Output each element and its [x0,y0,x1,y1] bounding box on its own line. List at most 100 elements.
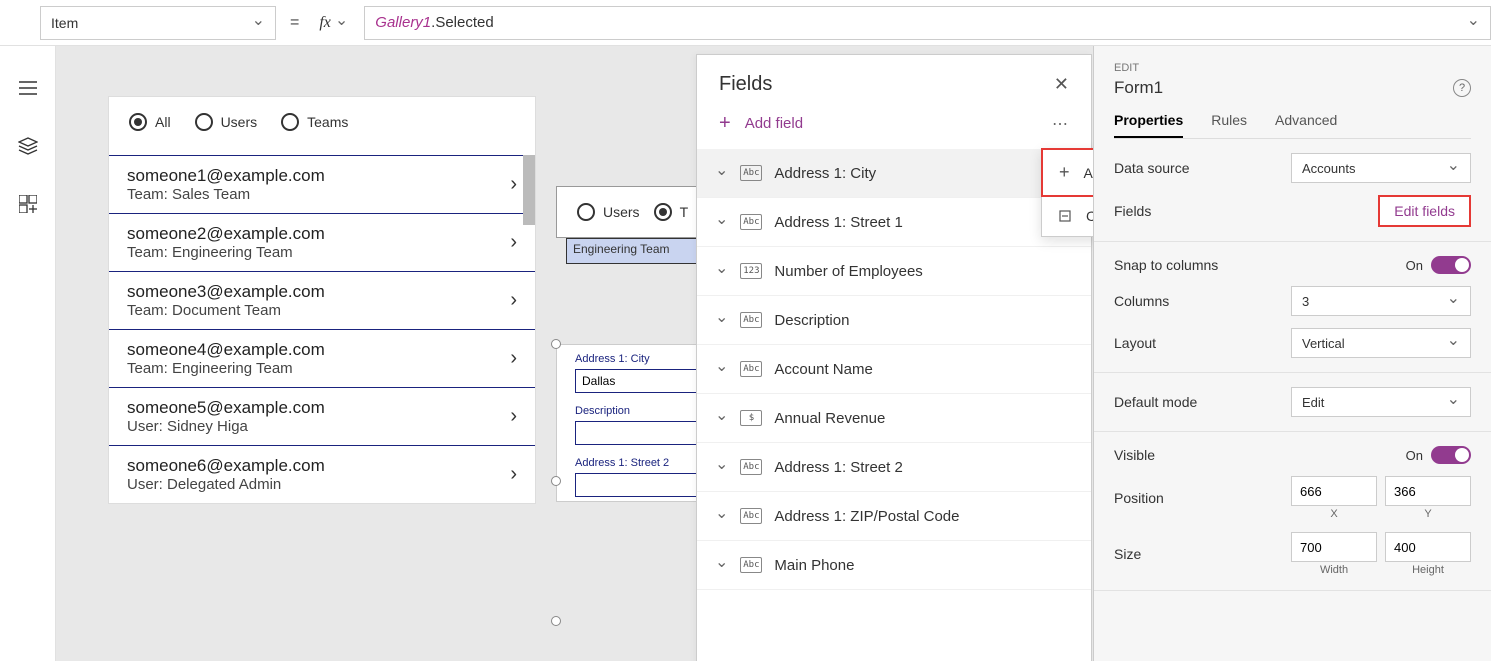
close-icon[interactable]: ✕ [1054,74,1069,95]
filter-users[interactable]: Users [577,203,640,221]
filter-label: Teams [307,114,348,130]
field-label: Main Phone [774,557,854,574]
list-item[interactable]: someone5@example.comUser: Sidney Higa› [109,387,535,445]
filter-label: Users [603,204,640,220]
visible-toggle[interactable] [1431,446,1471,464]
field-row[interactable]: AbcAddress 1: Street 2 [697,443,1091,492]
gallery1: All Users Teams someone1@example.comTeam… [108,96,536,504]
chevron-right-icon: › [510,231,517,254]
snap-toggle[interactable] [1431,256,1471,274]
list-item[interactable]: someone3@example.comTeam: Document Team› [109,271,535,329]
prop-label: Data source [1114,160,1189,176]
size-height-input[interactable] [1385,532,1471,562]
chevron-down-icon [1467,13,1480,33]
chevron-down-icon [715,261,728,281]
list-item-email: someone4@example.com [127,340,325,360]
tab-properties[interactable]: Properties [1114,112,1183,138]
props-tabs: Properties Rules Advanced [1114,112,1471,139]
filter-teams[interactable]: Teams [281,113,348,131]
filter-label: All [155,114,171,130]
help-icon[interactable]: ? [1453,79,1471,97]
list-item[interactable]: someone2@example.comTeam: Engineering Te… [109,213,535,271]
property-dropdown[interactable]: Item [40,6,276,40]
tab-advanced[interactable]: Advanced [1275,112,1337,138]
radio-icon [577,203,595,221]
field-row[interactable]: AbcDescription [697,296,1091,345]
tab-rules[interactable]: Rules [1211,112,1247,138]
type-badge-icon: Abc [740,508,762,524]
insert-icon[interactable] [16,192,40,216]
data-source-select[interactable]: Accounts [1291,153,1471,183]
selection-handle-icon[interactable] [551,476,561,486]
filter-teams[interactable]: T [654,203,689,221]
field-label: Address 1: Street 1 [774,214,902,231]
chevron-down-icon [715,359,728,379]
hamburger-icon[interactable] [16,76,40,100]
formula-rest: .Selected [431,14,494,31]
chevron-right-icon: › [510,347,517,370]
field-row[interactable]: Abc Address 1: Street 1 [697,198,1091,247]
filter-all[interactable]: All [129,113,171,131]
ctx-item-label: Add a custom card [1084,165,1093,181]
position-y-input[interactable] [1385,476,1471,506]
fx-icon: fx [319,14,331,32]
collapse-icon [1058,209,1072,223]
chevron-right-icon: › [510,289,517,312]
filter-users[interactable]: Users [195,113,258,131]
add-field-button[interactable]: + Add field [719,112,803,135]
field-row[interactable]: $ Annual Revenue [697,394,1091,443]
type-badge-icon: Abc [740,214,762,230]
context-menu: + Add a custom card Collapse all [1041,148,1093,237]
prop-label: Snap to columns [1114,257,1218,273]
fields-panel: Fields ✕ + Add field ⋯ AbcAddress 1: Cit… [696,54,1092,661]
layers-icon[interactable] [16,134,40,158]
field-row[interactable]: 123 Number of Employees [697,247,1091,296]
list-item[interactable]: someone6@example.comUser: Delegated Admi… [109,445,535,503]
field-row[interactable]: AbcMain Phone [697,541,1091,590]
ctx-collapse-all[interactable]: Collapse all [1042,196,1093,236]
formula-bar: Item = fx Gallery1.Selected [0,0,1491,46]
edit-fields-button[interactable]: Edit fields [1378,195,1471,227]
props-edit-label: EDIT [1114,62,1471,74]
list-item-sub: User: Sidney Higa [127,418,325,435]
small-label: Width [1320,564,1348,576]
list-item-email: someone1@example.com [127,166,325,186]
canvas: All Users Teams someone1@example.comTeam… [56,46,1093,661]
chevron-down-icon [715,555,728,575]
list-item[interactable]: someone4@example.comTeam: Engineering Te… [109,329,535,387]
scrollbar[interactable] [523,155,535,225]
selection-handle-icon[interactable] [551,339,561,349]
chevron-down-icon [252,13,265,33]
more-icon[interactable]: ⋯ [1052,114,1069,134]
field-label: Annual Revenue [774,410,885,427]
field-row[interactable]: AbcAddress 1: ZIP/Postal Code [697,492,1091,541]
toggle-value: On [1406,258,1423,273]
select-value: Edit [1302,395,1324,410]
ctx-item-label: Collapse all [1086,208,1093,224]
radio-icon [654,203,672,221]
type-badge-icon: 123 [740,263,762,279]
chevron-right-icon: › [510,405,517,428]
small-label: X [1330,508,1337,520]
selection-handle-icon[interactable] [551,616,561,626]
layout-select[interactable]: Vertical [1291,328,1471,358]
size-width-input[interactable] [1291,532,1377,562]
formula-input[interactable]: Gallery1.Selected [364,6,1491,40]
chevron-down-icon [1447,291,1460,311]
field-label: Number of Employees [774,263,922,280]
plus-icon: + [719,112,731,135]
field-row[interactable]: AbcAddress 1: City [697,149,1091,198]
position-x-input[interactable] [1291,476,1377,506]
small-label: Height [1412,564,1444,576]
fx-button[interactable]: fx [313,6,354,40]
chevron-down-icon [715,163,728,183]
ctx-add-custom-card[interactable]: + Add a custom card [1041,148,1093,197]
list-item-email: someone2@example.com [127,224,325,244]
props-title: Form1 [1114,78,1163,98]
type-badge-icon: $ [740,410,762,426]
default-mode-select[interactable]: Edit [1291,387,1471,417]
radio-icon [129,113,147,131]
columns-select[interactable]: 3 [1291,286,1471,316]
list-item[interactable]: someone1@example.comTeam: Sales Team› [109,155,535,213]
field-row[interactable]: AbcAccount Name [697,345,1091,394]
